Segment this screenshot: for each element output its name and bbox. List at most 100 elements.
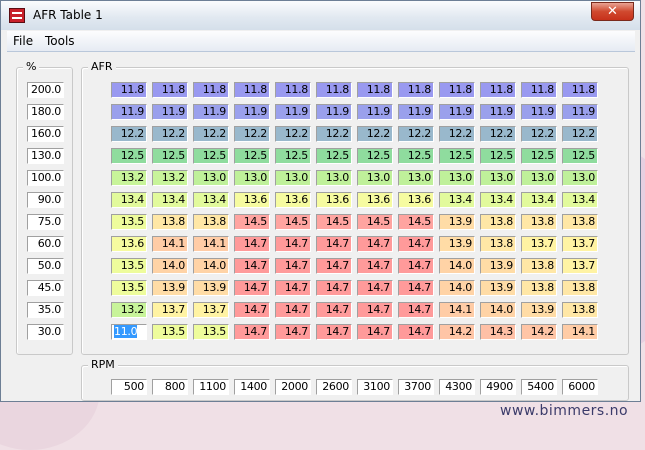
- afr-cell[interactable]: 13.7: [152, 302, 188, 318]
- load-percent-cell[interactable]: 60.0: [27, 236, 64, 252]
- afr-cell[interactable]: 13.8: [193, 214, 229, 230]
- load-percent-cell[interactable]: 75.0: [27, 214, 64, 230]
- load-percent-cell[interactable]: 50.0: [27, 258, 64, 274]
- afr-cell[interactable]: 11.8: [275, 82, 311, 98]
- afr-cell[interactable]: 12.5: [111, 148, 147, 164]
- afr-cell[interactable]: 13.8: [562, 302, 598, 318]
- afr-cell[interactable]: 11.8: [357, 82, 393, 98]
- afr-cell[interactable]: 13.5: [111, 214, 147, 230]
- afr-cell[interactable]: 14.7: [275, 258, 311, 274]
- afr-cell[interactable]: 11.8: [480, 82, 516, 98]
- afr-cell[interactable]: 12.5: [234, 148, 270, 164]
- afr-cell[interactable]: 11.9: [275, 104, 311, 120]
- afr-cell[interactable]: 13.6: [111, 236, 147, 252]
- afr-cell[interactable]: 13.6: [398, 192, 434, 208]
- afr-cell[interactable]: 14.5: [275, 214, 311, 230]
- afr-cell[interactable]: 14.5: [357, 214, 393, 230]
- afr-cell[interactable]: 12.2: [562, 126, 598, 142]
- afr-cell[interactable]: 12.5: [521, 148, 557, 164]
- title-bar[interactable]: AFR Table 1 ✕: [1, 1, 640, 30]
- load-percent-cell[interactable]: 90.0: [27, 192, 64, 208]
- afr-cell[interactable]: 11.9: [357, 104, 393, 120]
- afr-cell[interactable]: 13.8: [521, 214, 557, 230]
- afr-cell[interactable]: 12.2: [152, 126, 188, 142]
- afr-cell[interactable]: 13.9: [193, 280, 229, 296]
- afr-cell[interactable]: 14.7: [316, 236, 352, 252]
- afr-cell[interactable]: 14.5: [398, 214, 434, 230]
- afr-cell[interactable]: 13.6: [275, 192, 311, 208]
- afr-cell[interactable]: 13.7: [562, 258, 598, 274]
- afr-cell[interactable]: 11.8: [111, 82, 147, 98]
- afr-cell[interactable]: 14.1: [193, 236, 229, 252]
- afr-cell[interactable]: 13.8: [480, 214, 516, 230]
- load-percent-cell[interactable]: 45.0: [27, 280, 64, 296]
- afr-cell[interactable]: 14.2: [521, 324, 557, 340]
- afr-cell[interactable]: 13.6: [357, 192, 393, 208]
- afr-cell[interactable]: 12.2: [316, 126, 352, 142]
- afr-cell[interactable]: 13.7: [193, 302, 229, 318]
- rpm-cell[interactable]: 2600: [316, 379, 352, 395]
- afr-cell[interactable]: 13.4: [562, 192, 598, 208]
- afr-cell[interactable]: 14.0: [480, 302, 516, 318]
- afr-cell[interactable]: 14.7: [234, 280, 270, 296]
- afr-cell[interactable]: 13.9: [439, 236, 475, 252]
- rpm-cell[interactable]: 4900: [480, 379, 516, 395]
- afr-cell[interactable]: 11.8: [193, 82, 229, 98]
- afr-cell[interactable]: 11.9: [234, 104, 270, 120]
- afr-cell[interactable]: 14.7: [234, 324, 270, 340]
- rpm-cell[interactable]: 4300: [439, 379, 475, 395]
- afr-cell[interactable]: 14.7: [316, 324, 352, 340]
- afr-cell[interactable]: 11.9: [521, 104, 557, 120]
- menu-tools[interactable]: Tools: [45, 34, 75, 48]
- afr-cell[interactable]: 11.9: [480, 104, 516, 120]
- afr-cell[interactable]: 12.2: [275, 126, 311, 142]
- afr-cell[interactable]: 13.9: [480, 280, 516, 296]
- afr-cell[interactable]: 13.5: [111, 258, 147, 274]
- afr-cell[interactable]: 14.7: [398, 236, 434, 252]
- load-percent-cell[interactable]: 160.0: [27, 126, 64, 142]
- afr-cell[interactable]: 12.2: [193, 126, 229, 142]
- afr-cell[interactable]: 13.6: [234, 192, 270, 208]
- afr-cell[interactable]: 14.7: [275, 280, 311, 296]
- afr-cell[interactable]: 14.7: [398, 324, 434, 340]
- afr-cell[interactable]: 12.2: [357, 126, 393, 142]
- afr-cell[interactable]: 13.0: [234, 170, 270, 186]
- afr-cell[interactable]: 14.7: [234, 302, 270, 318]
- afr-cell[interactable]: 11.8: [562, 82, 598, 98]
- afr-cell[interactable]: 11.9: [316, 104, 352, 120]
- afr-cell[interactable]: 14.7: [357, 258, 393, 274]
- afr-cell[interactable]: 11.9: [398, 104, 434, 120]
- afr-cell[interactable]: 13.7: [521, 236, 557, 252]
- rpm-cell[interactable]: 3100: [357, 379, 393, 395]
- afr-cell[interactable]: 14.7: [234, 236, 270, 252]
- afr-cell[interactable]: 12.5: [480, 148, 516, 164]
- afr-cell[interactable]: 14.7: [398, 302, 434, 318]
- afr-cell[interactable]: 12.5: [439, 148, 475, 164]
- afr-cell[interactable]: 12.2: [398, 126, 434, 142]
- afr-cell[interactable]: 14.5: [316, 214, 352, 230]
- load-percent-cell[interactable]: 130.0: [27, 148, 64, 164]
- afr-cell[interactable]: 13.0: [562, 170, 598, 186]
- afr-cell[interactable]: 11.8: [316, 82, 352, 98]
- afr-cell[interactable]: 12.2: [480, 126, 516, 142]
- afr-cell[interactable]: 13.5: [152, 324, 188, 340]
- close-button[interactable]: ✕: [591, 2, 634, 21]
- afr-cell[interactable]: 12.5: [275, 148, 311, 164]
- afr-cell[interactable]: 13.0: [193, 170, 229, 186]
- afr-cell[interactable]: 13.0: [439, 170, 475, 186]
- afr-cell[interactable]: 11.9: [111, 104, 147, 120]
- load-percent-cell[interactable]: 200.0: [27, 82, 64, 98]
- afr-cell[interactable]: 14.1: [439, 302, 475, 318]
- rpm-cell[interactable]: 1400: [234, 379, 270, 395]
- afr-cell[interactable]: 13.2: [111, 170, 147, 186]
- afr-cell[interactable]: 14.7: [357, 324, 393, 340]
- afr-cell[interactable]: 13.2: [111, 302, 147, 318]
- afr-cell[interactable]: 13.9: [439, 214, 475, 230]
- afr-cell[interactable]: 13.8: [521, 280, 557, 296]
- afr-cell[interactable]: 14.7: [398, 258, 434, 274]
- afr-cell[interactable]: 13.4: [193, 192, 229, 208]
- afr-cell[interactable]: 13.0: [275, 170, 311, 186]
- afr-cell[interactable]: 13.4: [480, 192, 516, 208]
- afr-cell[interactable]: 12.5: [398, 148, 434, 164]
- afr-cell[interactable]: 12.5: [152, 148, 188, 164]
